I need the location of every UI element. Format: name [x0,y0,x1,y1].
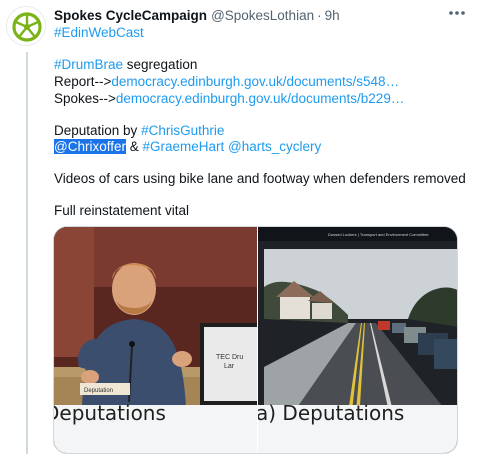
monitor-text: Lar [224,363,235,370]
tweet-line-videos: Videos of cars using bike lane and footw… [54,170,466,187]
user-handle[interactable]: @SpokesLothian [211,8,314,23]
separator-dot: · [317,7,322,23]
avatar[interactable] [6,6,46,46]
tweet-text: segregation [123,57,198,72]
video-thumbnail-deputation[interactable]: TEC Dru Lar Deputation Deputations [54,227,257,453]
timestamp[interactable]: 9h [325,8,340,23]
tweet-header: Spokes CycleCampaign @SpokesLothian · 9h [54,6,340,24]
tweet-line-deputation: Deputation by #ChrisGuthrie [54,122,224,139]
monitor-text: TEC Dru [216,354,243,361]
tweet-text: Videos of cars using bike lane and footw… [54,171,466,186]
hashtag-link[interactable]: #GraemeHart [143,139,225,154]
nameplate-text: Deputation [84,388,113,394]
tweet-text: Spokes--> [54,91,116,106]
mention-link[interactable]: @harts_cyclery [228,139,321,154]
mention-link-selected[interactable]: @Chrixoffer [54,139,126,154]
tweet-line-hashtag: #EdinWebCast [54,24,144,41]
report-link[interactable]: democracy.edinburgh.gov.uk/documents/s54… [111,74,399,89]
tweet[interactable]: Spokes CycleCampaign @SpokesLothian · 9h… [0,0,492,454]
video-caption: Deputations [54,401,166,425]
hashtag-link[interactable]: #ChrisGuthrie [141,123,224,138]
tweet-text: & [125,139,143,154]
spokes-wheel-logo-icon [12,12,42,42]
hashtag-link[interactable]: #EdinWebCast [54,25,144,40]
tweet-text: Full reinstatement vital [54,203,190,218]
video-header-text: Dossed Lockers | Transport and Environme… [328,232,429,237]
tweet-line-report: Report-->democracy.edinburgh.gov.uk/docu… [54,73,399,90]
tweet-text: Report--> [54,74,112,89]
tweet-line-reinstatement: Full reinstatement vital [54,202,189,219]
spokes-link[interactable]: democracy.edinburgh.gov.uk/documents/b22… [116,91,404,106]
video-caption: a) Deputations [258,401,405,425]
tweet-line-segregation: #DrumBrae segregation [54,56,197,73]
tweet-line-mentions: @Chrixoffer & #GraemeHart @harts_cyclery [54,138,321,155]
tweet-line-spokes: Spokes-->democracy.edinburgh.gov.uk/docu… [54,90,404,107]
more-options-icon[interactable] [444,2,470,24]
tweet-text: Deputation by [54,123,142,138]
thread-line [26,52,28,454]
caption-bar: Deputations [54,401,257,453]
hashtag-link[interactable]: #DrumBrae [54,57,123,72]
caption-bar: a) Deputations [258,401,457,453]
media-grid: TEC Dru Lar Deputation Deputations Dosse… [53,226,458,454]
display-name[interactable]: Spokes CycleCampaign [54,8,207,23]
video-thumbnail-street[interactable]: Dossed Lockers | Transport and Environme… [258,227,457,453]
